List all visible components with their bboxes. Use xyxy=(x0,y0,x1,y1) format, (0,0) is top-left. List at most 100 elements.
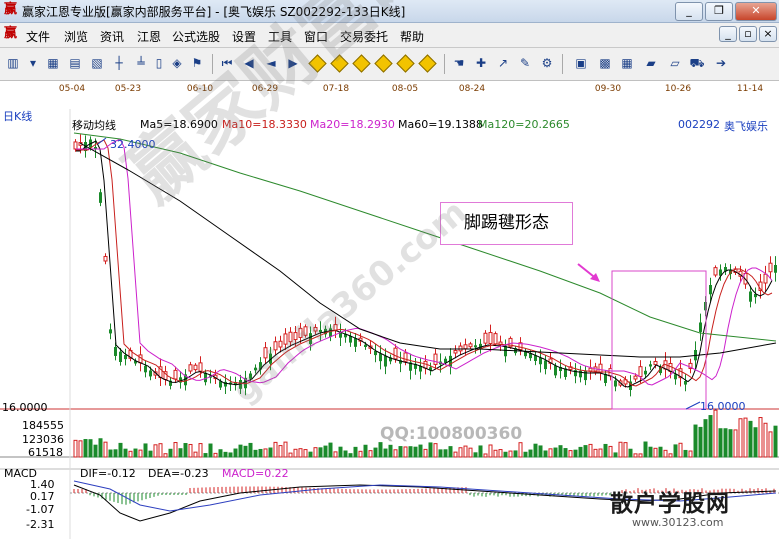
mdi-restore-button[interactable]: ▫ xyxy=(739,26,757,42)
candle-body xyxy=(638,366,643,378)
macd-dea: DEA=-0.23 xyxy=(148,467,209,480)
volume-bar xyxy=(493,449,498,458)
volume-bar xyxy=(718,428,723,458)
draw-line-icon[interactable]: ↗ xyxy=(494,54,512,72)
volume-bar xyxy=(98,438,103,458)
close-button[interactable]: ✕ xyxy=(735,2,777,21)
crosshair-icon[interactable]: ✚ xyxy=(472,54,490,72)
volume-bar xyxy=(333,451,338,458)
tools-icon[interactable]: ⚙ xyxy=(538,54,556,72)
candle-icon[interactable]: ▯ xyxy=(150,54,168,72)
text-icon[interactable]: ✎ xyxy=(516,54,534,72)
toolbar: ▥ ▾ ▦ ▤ ▧ ┼ ╧ ▯ ◈ ⚑ ⏮ ◀ ◄ ▶ ☚ ✚ ↗ ✎ ⚙ ▣ … xyxy=(0,48,779,81)
volume-bar xyxy=(483,453,488,458)
bar-chart-icon[interactable]: ▤ xyxy=(66,54,84,72)
volume-bar xyxy=(253,449,258,458)
volume-bar xyxy=(153,444,158,458)
volume-bar xyxy=(278,445,283,458)
volume-bar xyxy=(538,445,543,458)
menu-file[interactable]: 文件 xyxy=(26,28,50,45)
volume-bar xyxy=(773,425,778,458)
volume-bar xyxy=(308,451,313,458)
volume-bar xyxy=(668,453,673,458)
move-left-icon[interactable] xyxy=(396,54,414,72)
candle-body xyxy=(709,285,712,295)
volume-bar xyxy=(683,449,688,458)
candle-body xyxy=(364,344,367,348)
volume-bar xyxy=(558,445,563,458)
hand-icon[interactable]: ☚ xyxy=(450,54,468,72)
volume-bar xyxy=(223,451,228,458)
volume-bar xyxy=(503,451,508,458)
candle-body xyxy=(384,356,387,367)
candle-body xyxy=(463,344,468,350)
line-chart-icon[interactable]: ╧ xyxy=(132,54,150,72)
truck-icon[interactable]: ⛟ xyxy=(688,54,706,72)
volume-bar xyxy=(743,417,748,458)
volume-bar xyxy=(733,429,738,458)
candle-body xyxy=(114,347,117,356)
volume-bar xyxy=(728,429,733,458)
stock-code: 002292 xyxy=(678,118,720,131)
volume-bar xyxy=(273,441,278,458)
candle-body xyxy=(768,262,773,273)
arrow-icon[interactable]: ➔ xyxy=(712,54,730,72)
volume-bar xyxy=(73,439,78,458)
volume-bar xyxy=(653,447,658,458)
save-icon[interactable]: ▰ xyxy=(642,54,660,72)
candle-body xyxy=(699,322,702,332)
volume-bar xyxy=(358,450,363,458)
mdi-minimize-button[interactable]: _ xyxy=(719,26,737,42)
candlestick-icon[interactable]: ▦ xyxy=(44,54,62,72)
volume-bar xyxy=(473,452,478,458)
menu-browse[interactable]: 浏览 xyxy=(64,28,88,45)
minimize-button[interactable]: _ xyxy=(675,2,703,21)
volume-bar xyxy=(658,446,663,458)
volume-bar xyxy=(88,439,93,458)
candle-body xyxy=(749,291,752,302)
candle-body xyxy=(119,351,122,363)
calculator-icon[interactable]: ▩ xyxy=(596,54,614,72)
date-label: 08-24 xyxy=(459,84,485,94)
volume-bar xyxy=(313,447,318,458)
candle-body xyxy=(149,370,152,377)
volume-bar xyxy=(418,444,423,458)
app-logo-icon: 赢 xyxy=(3,2,17,17)
mdi-close-button[interactable]: × xyxy=(759,26,777,42)
volume-bar xyxy=(478,445,483,458)
price-axis-low: 16.0000 xyxy=(2,401,48,414)
move-right-icon[interactable] xyxy=(418,54,436,72)
volume-bar xyxy=(643,441,648,458)
ma20-label: Ma20=18.2930 xyxy=(310,118,395,131)
restore-button[interactable]: ❐ xyxy=(705,2,733,21)
candle-body xyxy=(393,347,398,360)
volume-bar xyxy=(513,450,518,458)
menu-gann[interactable]: 江恩 xyxy=(137,28,161,45)
qq-watermark: QQ:100800360 xyxy=(380,424,523,444)
print-icon[interactable]: ▱ xyxy=(666,54,684,72)
ohlc-icon[interactable]: ┼ xyxy=(110,54,128,72)
volume-bar xyxy=(748,420,753,458)
calendar-icon[interactable]: ▣ xyxy=(572,54,590,72)
stock-name: 奥飞娱乐 xyxy=(724,120,768,133)
volume-bar xyxy=(288,452,293,458)
volume-bar xyxy=(453,451,458,458)
candle-body xyxy=(144,365,147,373)
volume-bar xyxy=(443,449,448,458)
kline-type-icon[interactable]: ▥ xyxy=(4,54,22,72)
candle-body xyxy=(598,363,603,373)
volume-bar xyxy=(248,442,253,458)
macd-axis-2: 0.17 xyxy=(30,490,55,503)
dropdown-icon[interactable]: ▾ xyxy=(24,54,42,72)
menu-news[interactable]: 资讯 xyxy=(100,28,124,45)
trend-chart-icon[interactable]: ▧ xyxy=(88,54,106,72)
menu-screener[interactable]: 公式选股 xyxy=(172,28,220,45)
date-label: 05-04 xyxy=(59,84,85,94)
grid-icon[interactable]: ▦ xyxy=(618,54,636,72)
volume-bar xyxy=(608,445,613,458)
menu-help[interactable]: 帮助 xyxy=(400,28,424,45)
candle-body xyxy=(644,370,647,375)
volume-bar xyxy=(618,441,623,458)
volume-bar xyxy=(208,443,213,458)
move-down-icon[interactable] xyxy=(374,54,392,72)
